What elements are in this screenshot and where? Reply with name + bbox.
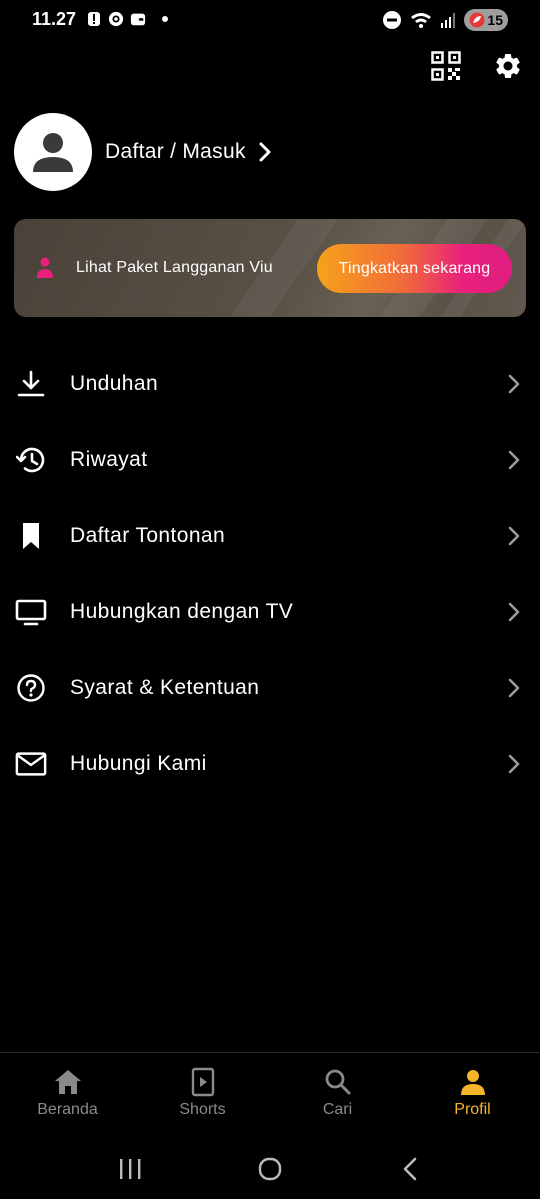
wifi-icon xyxy=(411,13,432,28)
profile-menu: Unduhan Riwayat Daftar Tontonan Hubungka… xyxy=(0,346,540,802)
profile-icon xyxy=(458,1067,488,1097)
qr-code-icon xyxy=(431,51,461,81)
system-navigation xyxy=(0,1138,540,1199)
nav-search[interactable]: Cari xyxy=(270,1053,405,1138)
menu-label: Syarat & Ketentuan xyxy=(70,676,260,699)
mail-icon xyxy=(15,748,47,780)
download-icon xyxy=(15,368,47,400)
settings-button[interactable] xyxy=(492,50,524,82)
nav-shorts[interactable]: Shorts xyxy=(135,1053,270,1138)
menu-label: Unduhan xyxy=(70,372,159,395)
menu-label: Hubungi Kami xyxy=(70,752,207,775)
notification-icons xyxy=(86,10,168,28)
nav-label: Cari xyxy=(322,1101,353,1118)
chevron-right-icon xyxy=(259,142,271,162)
recent-apps-button[interactable] xyxy=(110,1149,150,1189)
help-icon xyxy=(15,672,47,704)
upgrade-button[interactable]: Tingkatkan sekarang xyxy=(317,244,512,293)
menu-item-contact[interactable]: Hubungi Kami xyxy=(0,726,540,802)
home-icon xyxy=(53,1067,83,1097)
subscription-text: Lihat Paket Langganan Viu xyxy=(76,259,273,276)
battery-indicator: 15 xyxy=(464,9,508,31)
profile-header: Daftar / Masuk xyxy=(14,113,272,191)
home-button[interactable] xyxy=(250,1149,290,1189)
nav-label: Profil xyxy=(454,1101,491,1118)
history-icon xyxy=(15,444,47,476)
recents-icon xyxy=(120,1158,141,1179)
nav-profile[interactable]: Profil xyxy=(405,1053,540,1138)
system-indicators: 15 xyxy=(382,9,508,31)
status-bar: 11.27 15 xyxy=(0,0,540,40)
back-icon xyxy=(403,1157,417,1180)
nav-label: Beranda xyxy=(37,1101,98,1118)
menu-item-downloads[interactable]: Unduhan xyxy=(0,346,540,422)
chevron-right-icon xyxy=(504,372,524,396)
alert-icon xyxy=(88,12,100,26)
menu-item-connect-tv[interactable]: Hubungkan dengan TV xyxy=(0,574,540,650)
home-circle-icon xyxy=(258,1157,282,1180)
menu-item-terms[interactable]: Syarat & Ketentuan xyxy=(0,650,540,726)
battery-saver-icon xyxy=(469,12,485,28)
back-button[interactable] xyxy=(390,1149,430,1189)
top-actions xyxy=(430,50,524,82)
more-notifications-dot xyxy=(162,16,168,22)
person-icon xyxy=(37,257,53,278)
subscription-banner: Lihat Paket Langganan Viu Tingkatkan sek… xyxy=(14,219,526,317)
menu-item-watchlist[interactable]: Daftar Tontonan xyxy=(0,498,540,574)
nav-label: Shorts xyxy=(179,1101,226,1118)
menu-label: Hubungkan dengan TV xyxy=(70,600,294,623)
avatar[interactable] xyxy=(14,113,92,191)
battery-level: 15 xyxy=(487,12,503,28)
person-icon xyxy=(33,133,73,172)
qr-scan-button[interactable] xyxy=(430,50,462,82)
status-time: 11.27 xyxy=(32,9,77,29)
tv-icon xyxy=(15,596,47,628)
signal-icon xyxy=(441,13,456,28)
chevron-right-icon xyxy=(504,676,524,700)
chevron-right-icon xyxy=(504,752,524,776)
chevron-right-icon xyxy=(504,524,524,548)
chevron-right-icon xyxy=(504,600,524,624)
gear-icon xyxy=(496,53,520,78)
dnd-icon xyxy=(383,11,402,29)
search-icon xyxy=(323,1067,353,1097)
wallet-icon xyxy=(130,13,146,26)
bottom-navigation: Beranda Shorts Cari Profil xyxy=(0,1052,540,1138)
chevron-right-icon xyxy=(504,448,524,472)
login-label: Daftar / Masuk xyxy=(105,140,246,163)
nav-home[interactable]: Beranda xyxy=(0,1053,135,1138)
app-icon xyxy=(108,11,124,27)
bookmark-icon xyxy=(15,520,47,552)
menu-label: Daftar Tontonan xyxy=(70,524,226,547)
login-link[interactable]: Daftar / Masuk xyxy=(105,140,272,164)
menu-label: Riwayat xyxy=(70,448,148,471)
menu-item-history[interactable]: Riwayat xyxy=(0,422,540,498)
shorts-icon xyxy=(188,1067,218,1097)
